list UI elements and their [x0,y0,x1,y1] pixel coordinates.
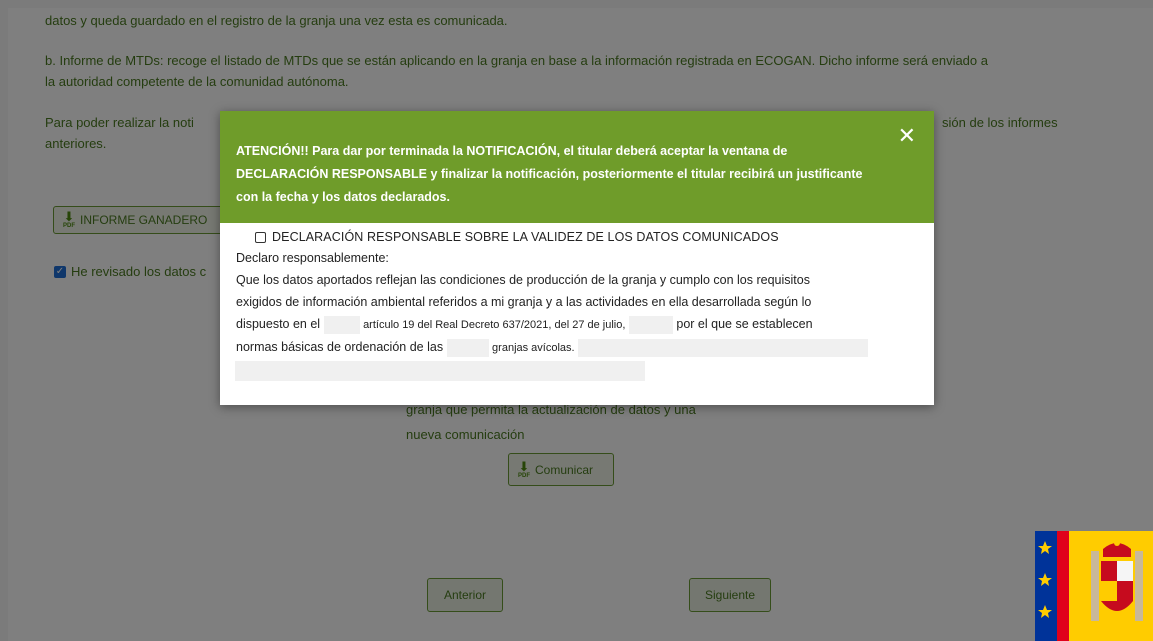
body-line-3c: por el que se establecen [676,317,813,331]
body-line-1: Que los datos aportados reflejan las con… [236,273,810,287]
body-line-4a: normas básicas de ordenación de las [236,340,444,354]
close-icon[interactable]: ✕ [898,125,916,147]
modal-header: ATENCIÓN!! Para dar por terminada la NOT… [220,111,934,223]
gap-2 [628,315,673,334]
declaration-checkbox[interactable] [255,231,266,243]
gap-4 [578,338,869,357]
body-line-3b: artículo 19 del Real Decreto 637/2021, d… [363,319,626,331]
modal-header-text: ATENCIÓN!! Para dar por terminada la NOT… [236,144,863,204]
declaration-row[interactable]: DECLARACIÓN RESPONSABLE SOBRE LA VALIDEZ… [255,229,918,245]
declaration-label: DECLARACIÓN RESPONSABLE SOBRE LA VALIDEZ… [272,230,779,244]
modal-content: DECLARACIÓN RESPONSABLE SOBRE LA VALIDEZ… [220,223,934,381]
body-line-4b: granjas avícolas. [492,342,575,354]
spain-flag-emblem [1035,531,1153,641]
body-line-3a: dispuesto en el [236,317,321,331]
body-line-4: normas básicas de ordenación de las gran… [236,336,918,359]
declaration-modal: ATENCIÓN!! Para dar por terminada la NOT… [220,111,934,405]
declaro-text: Declaro responsablemente: [236,251,389,265]
grey-block [235,361,645,381]
body-line-2: exigidos de información ambiental referi… [236,295,812,309]
gap-3 [446,338,489,357]
body-line-3: dispuesto en el artículo 19 del Real Dec… [236,313,918,336]
gap-1 [323,315,360,334]
